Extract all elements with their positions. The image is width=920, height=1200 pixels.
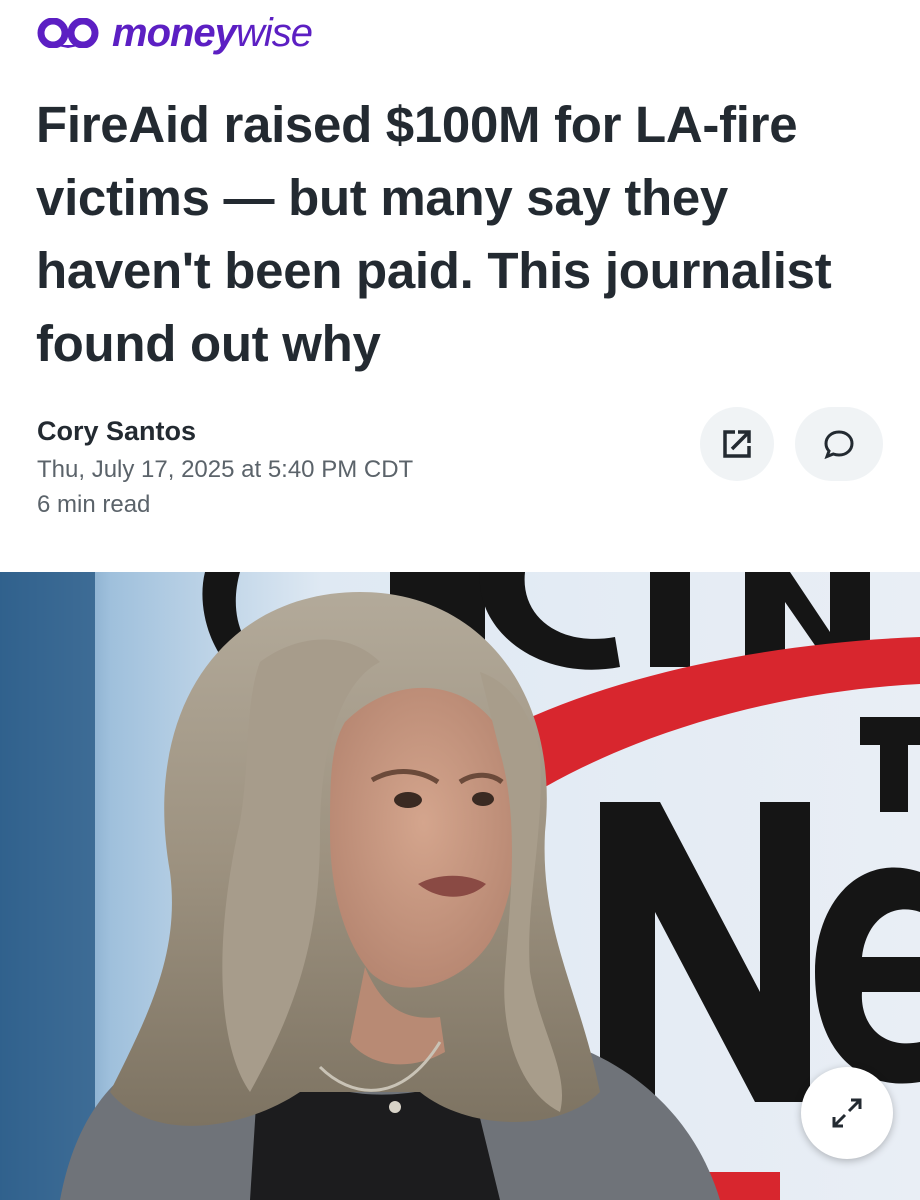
share-icon <box>723 430 751 458</box>
expand-icon <box>832 1098 862 1128</box>
brand-name-bold: money <box>112 11 237 55</box>
hero-photo <box>0 572 920 1200</box>
article-headline: FireAid raised $100M for LA-fire victims… <box>36 96 832 372</box>
read-time: 6 min read <box>37 491 151 518</box>
brand-name: money wise <box>112 11 313 55</box>
comment-icon <box>824 430 854 460</box>
article-page: money wise FireAid raised $100M for LA-fi… <box>0 0 920 1200</box>
brand-name-light: wise <box>235 11 313 55</box>
byline: Cory Santos Thu, July 17, 2025 at 5:40 P… <box>37 412 413 522</box>
moneywise-logo-icon <box>37 18 99 48</box>
share-button[interactable] <box>700 407 774 481</box>
site-logo[interactable]: money wise <box>36 8 313 58</box>
author-name[interactable]: Cory Santos <box>37 412 413 450</box>
expand-image-button[interactable] <box>801 1067 893 1159</box>
comment-button[interactable] <box>795 407 883 481</box>
hero-image[interactable] <box>0 572 920 1200</box>
publish-date: Thu, July 17, 2025 at 5:40 PM CDT <box>37 456 414 483</box>
